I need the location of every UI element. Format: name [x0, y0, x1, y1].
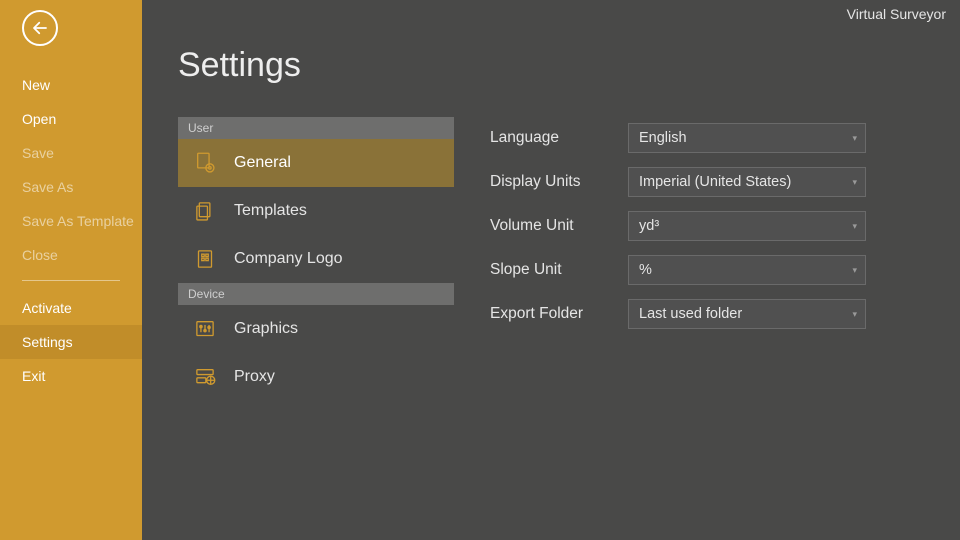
app-title: Virtual Surveyor	[847, 6, 946, 22]
sidebar-list: New Open Save Save As Save As Template C…	[0, 60, 142, 393]
sidebar-item-exit[interactable]: Exit	[0, 359, 142, 393]
field-label: Language	[490, 129, 628, 147]
gear-doc-icon	[190, 148, 220, 178]
category-item-company-logo[interactable]: Company Logo	[178, 235, 454, 283]
sidebar: New Open Save Save As Save As Template C…	[0, 0, 142, 540]
back-button[interactable]	[22, 10, 58, 46]
chevron-down-icon: ▾	[852, 265, 857, 276]
category-item-label: Company Logo	[234, 250, 343, 268]
sliders-icon	[190, 314, 220, 344]
sidebar-item-save[interactable]: Save	[0, 136, 142, 170]
form-row-language: Language English ▾	[490, 123, 866, 153]
proxy-icon	[190, 362, 220, 392]
category-item-label: Proxy	[234, 368, 275, 386]
field-label: Display Units	[490, 173, 628, 191]
app-root: Virtual Surveyor New Open Save Save As S…	[0, 0, 960, 540]
field-label: Slope Unit	[490, 261, 628, 279]
logo-icon	[190, 244, 220, 274]
sidebar-item-close[interactable]: Close	[0, 238, 142, 272]
select-value: %	[639, 262, 652, 278]
chevron-down-icon: ▾	[852, 177, 857, 188]
slope-unit-select[interactable]: % ▾	[628, 255, 866, 285]
sidebar-item-save-as-template[interactable]: Save As Template	[0, 204, 142, 238]
form-row-display-units: Display Units Imperial (United States) ▾	[490, 167, 866, 197]
category-header-user: User	[178, 117, 454, 139]
category-item-label: Graphics	[234, 320, 298, 338]
field-label: Volume Unit	[490, 217, 628, 235]
category-item-proxy[interactable]: Proxy	[178, 353, 454, 401]
category-header-device: Device	[178, 283, 454, 305]
sidebar-item-open[interactable]: Open	[0, 102, 142, 136]
category-item-label: General	[234, 154, 291, 172]
page-title: Settings	[178, 46, 930, 85]
form-row-export-folder: Export Folder Last used folder ▾	[490, 299, 866, 329]
category-panel: User General Templates	[178, 117, 454, 401]
display-units-select[interactable]: Imperial (United States) ▾	[628, 167, 866, 197]
main-area: Settings User General Templates	[142, 0, 960, 540]
settings-form: Language English ▾ Display Units Imperia…	[490, 117, 866, 401]
select-value: Imperial (United States)	[639, 174, 791, 190]
arrow-left-icon	[31, 19, 49, 37]
chevron-down-icon: ▾	[852, 133, 857, 144]
language-select[interactable]: English ▾	[628, 123, 866, 153]
select-value: yd³	[639, 218, 659, 234]
export-folder-select[interactable]: Last used folder ▾	[628, 299, 866, 329]
form-row-volume-unit: Volume Unit yd³ ▾	[490, 211, 866, 241]
templates-icon	[190, 196, 220, 226]
sidebar-item-settings[interactable]: Settings	[0, 325, 142, 359]
sidebar-divider	[22, 280, 120, 281]
form-row-slope-unit: Slope Unit % ▾	[490, 255, 866, 285]
chevron-down-icon: ▾	[852, 221, 857, 232]
volume-unit-select[interactable]: yd³ ▾	[628, 211, 866, 241]
category-item-graphics[interactable]: Graphics	[178, 305, 454, 353]
category-item-general[interactable]: General	[178, 139, 454, 187]
sidebar-item-new[interactable]: New	[0, 68, 142, 102]
category-item-label: Templates	[234, 202, 307, 220]
sidebar-item-save-as[interactable]: Save As	[0, 170, 142, 204]
field-label: Export Folder	[490, 305, 628, 323]
settings-content: User General Templates	[178, 117, 930, 401]
select-value: English	[639, 130, 687, 146]
category-item-templates[interactable]: Templates	[178, 187, 454, 235]
chevron-down-icon: ▾	[852, 309, 857, 320]
sidebar-item-activate[interactable]: Activate	[0, 291, 142, 325]
select-value: Last used folder	[639, 306, 742, 322]
